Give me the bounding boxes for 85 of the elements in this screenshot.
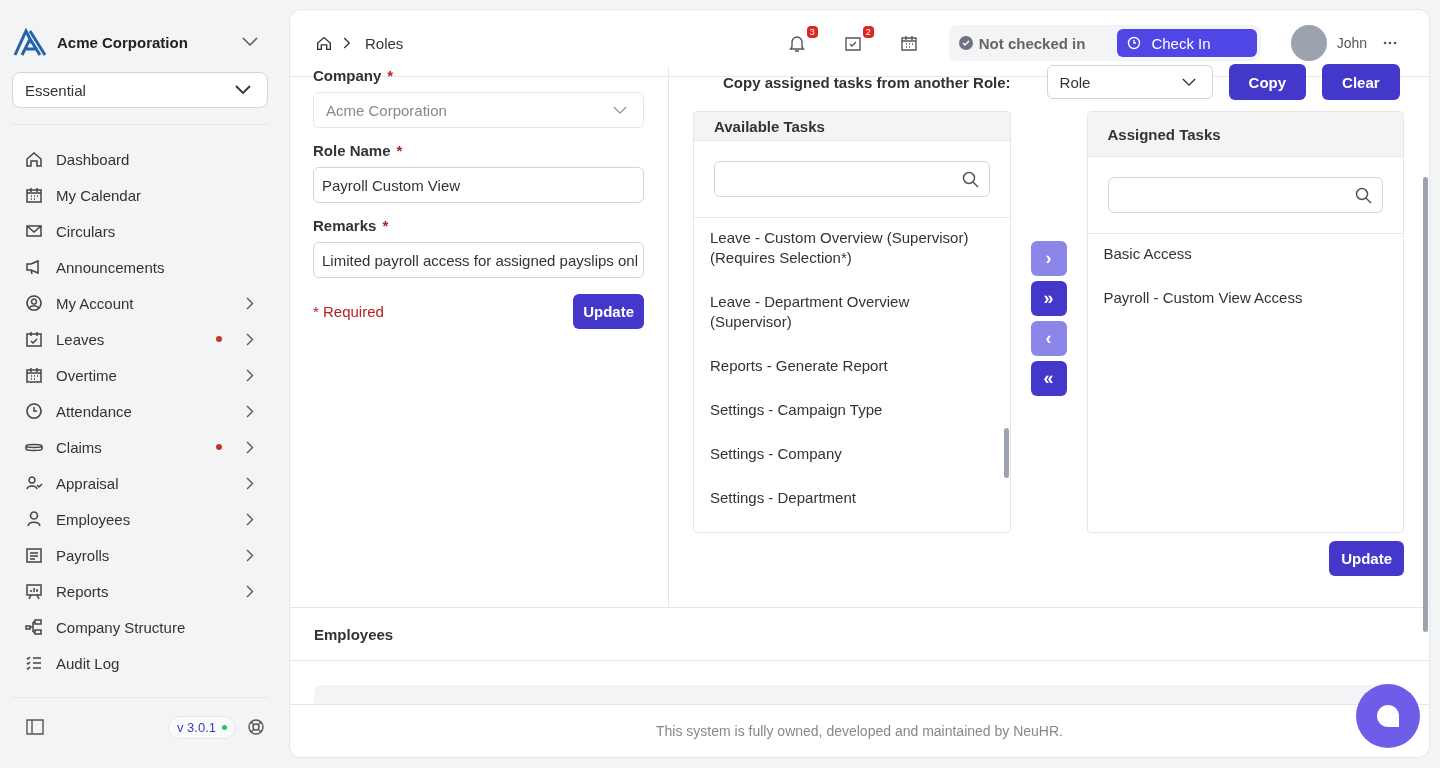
task-count: 2 [862, 26, 874, 38]
required-note: * Required [313, 303, 384, 320]
task-item[interactable]: Settings - Department [710, 488, 970, 532]
notification-count: 3 [806, 26, 818, 38]
check-in-button[interactable]: Check In [1117, 29, 1257, 57]
task-item[interactable]: Payroll - Custom View Access [1103, 288, 1363, 332]
copy-button[interactable]: Copy [1228, 64, 1307, 100]
nav-item[interactable]: Attendance [12, 393, 268, 429]
nav-icon [24, 509, 44, 529]
chevron-down-icon [1181, 77, 1196, 87]
nav-icon [24, 653, 44, 673]
panel-title: Assigned Tasks [1107, 125, 1221, 143]
nav-item[interactable]: Company Structure [12, 609, 268, 645]
search-field[interactable] [714, 161, 990, 197]
company-logo-icon [13, 28, 47, 56]
required-mark: * [387, 67, 394, 84]
clock-icon [1127, 36, 1142, 50]
transfer-button[interactable]: « [1030, 361, 1067, 396]
nav-icon [24, 401, 44, 421]
field-label: Role Name [313, 142, 391, 159]
home-icon[interactable] [315, 34, 333, 52]
nav-item[interactable]: My Account [12, 285, 268, 321]
nav-icon [24, 581, 44, 601]
task-item[interactable]: Basic Access [1103, 244, 1363, 288]
update-button[interactable]: Update [573, 294, 644, 329]
nav-item[interactable]: Appraisal [12, 465, 268, 501]
task-item[interactable]: Leave - Department Overview (Supervisor) [710, 292, 970, 356]
role-select[interactable]: Role [1046, 65, 1213, 99]
task-item[interactable]: Leave - Custom Overview (Supervisor) (Requires Selection*) [710, 228, 970, 292]
sidebar-toggle-icon[interactable] [26, 719, 44, 735]
section-title: Employees [314, 625, 394, 643]
nav-item[interactable]: Reports [12, 573, 268, 609]
nav-icon [24, 617, 44, 637]
transfer-button[interactable]: » [1030, 281, 1067, 316]
field-label: Remarks [313, 217, 377, 234]
copy-label: Copy assigned tasks from another Role: [723, 73, 1011, 91]
company-name: Acme Corporation [57, 33, 189, 51]
user-name[interactable]: John [1336, 35, 1367, 51]
nav-icon [24, 329, 44, 349]
calendar-icon[interactable] [898, 33, 919, 53]
bell-icon[interactable] [786, 33, 807, 53]
required-mark: * [382, 217, 389, 234]
chevron-right-icon [343, 37, 351, 49]
check-circle-icon [958, 36, 973, 50]
check-in-status: Not checked in [978, 34, 1086, 52]
nav-item[interactable]: Overtime [12, 357, 268, 393]
scrollbar-thumb[interactable] [1003, 428, 1009, 478]
nav-item[interactable]: Payrolls [12, 537, 268, 573]
nav-item[interactable]: Leaves [12, 321, 268, 357]
chat-bubble-icon [1375, 704, 1401, 728]
version-badge: v 3.0.1 [167, 715, 236, 739]
footer-text: This system is fully owned, developed and maintained by NeuHR. [656, 723, 1063, 739]
field-label: Company [313, 67, 382, 84]
panel-title: Available Tasks [714, 117, 825, 135]
nav-item[interactable]: Employees [12, 501, 268, 537]
breadcrumb-current: Roles [365, 34, 404, 52]
nav-icon [24, 149, 44, 169]
nav-item[interactable]: Announcements [12, 249, 268, 285]
nav-item[interactable]: Claims [12, 429, 268, 465]
task-item[interactable]: Settings - Campaign Type [710, 400, 970, 444]
more-icon[interactable] [1383, 41, 1397, 45]
help-icon[interactable] [248, 719, 264, 735]
chevron-down-icon[interactable] [242, 37, 258, 47]
input-field[interactable]: Limited payroll access for assigned payslips onl [313, 242, 644, 278]
clear-button[interactable]: Clear [1322, 64, 1400, 100]
scrollbar-thumb[interactable] [1423, 177, 1428, 632]
search-icon [961, 170, 979, 188]
nav-icon [24, 365, 44, 385]
task-item[interactable]: Settings - Company [710, 444, 970, 488]
nav-icon [24, 545, 44, 565]
nav-item[interactable]: My Calendar [12, 177, 268, 213]
nav-item[interactable]: Circulars [12, 213, 268, 249]
chevron-down-icon [235, 85, 251, 95]
search-field[interactable] [1107, 177, 1383, 213]
task-item[interactable]: Reports - Generate Report [710, 356, 970, 400]
nav-item[interactable]: Audit Log [12, 645, 268, 681]
update-button[interactable]: Update [1329, 541, 1404, 576]
nav-icon [24, 185, 44, 205]
nav-item[interactable]: Dashboard [12, 141, 268, 177]
nav-icon [24, 293, 44, 313]
input-field[interactable]: Payroll Custom View [313, 167, 644, 203]
search-icon [1355, 186, 1372, 204]
required-mark: * [396, 142, 403, 159]
plan-select[interactable]: Essential [12, 72, 268, 108]
chevron-down-icon [613, 105, 627, 115]
